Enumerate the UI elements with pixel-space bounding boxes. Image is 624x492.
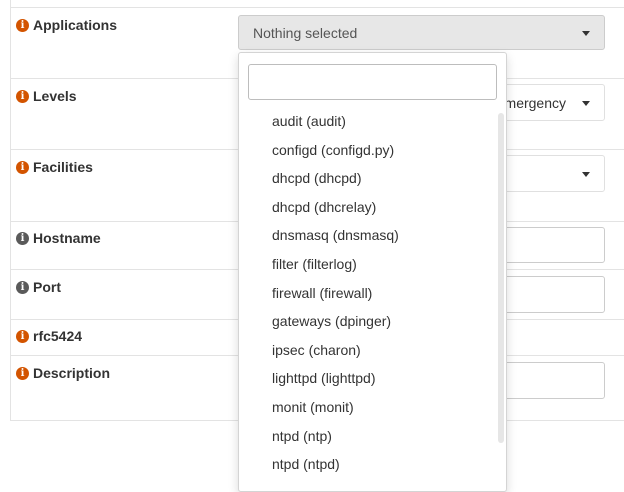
dropdown-option[interactable]: lighttpd (lighttpd) (239, 364, 499, 393)
applications-label: i Applications (16, 17, 117, 33)
info-icon[interactable]: i (16, 18, 29, 32)
chevron-down-icon (582, 171, 590, 177)
applications-label-text: Applications (33, 17, 118, 33)
levels-label: i Levels (16, 88, 77, 104)
applications-select-value: Nothing selected (253, 24, 358, 41)
dropdown-option[interactable]: ntpd (ntp) (239, 422, 499, 451)
table-left-border (10, 0, 11, 420)
applications-select[interactable]: Nothing selected (238, 15, 605, 50)
hostname-label-text: Hostname (33, 230, 101, 246)
port-label: i Port (16, 279, 61, 295)
dropdown-option[interactable]: dhcpd (dhcpd) (239, 164, 499, 193)
dropdown-search-input[interactable] (248, 64, 497, 100)
chevron-down-icon (582, 100, 590, 106)
hostname-label: i Hostname (16, 230, 101, 246)
levels-label-text: Levels (33, 88, 77, 104)
rfc5424-label: i rfc5424 (16, 328, 82, 344)
dropdown-option[interactable]: configd (configd.py) (239, 136, 499, 165)
dropdown-option[interactable]: ntpd (ntpd) (239, 450, 499, 479)
row-divider (10, 7, 624, 8)
dropdown-option[interactable]: audit (audit) (239, 107, 499, 136)
info-icon[interactable]: i (16, 231, 29, 245)
description-label-text: Description (33, 365, 111, 381)
dropdown-option[interactable]: filter (filterlog) (239, 250, 499, 279)
dropdown-option[interactable]: firewall (firewall) (239, 279, 499, 308)
chevron-down-icon (582, 30, 590, 36)
info-icon[interactable]: i (16, 280, 29, 294)
dropdown-scrollbar[interactable] (498, 113, 504, 443)
info-icon[interactable]: i (16, 329, 29, 343)
info-icon[interactable]: i (16, 89, 29, 103)
dropdown-option[interactable]: ipsec (charon) (239, 336, 499, 365)
info-icon[interactable]: i (16, 160, 29, 174)
levels-select-value: mergency (504, 94, 566, 111)
dropdown-options-list: audit (audit) configd (configd.py) dhcpd (… (239, 107, 499, 479)
rfc5424-label-text: rfc5424 (33, 328, 83, 344)
description-label: i Description (16, 365, 110, 381)
dropdown-option[interactable]: dhcpd (dhcrelay) (239, 193, 499, 222)
applications-dropdown: audit (audit) configd (configd.py) dhcpd (… (238, 52, 507, 492)
port-label-text: Port (33, 279, 61, 295)
facilities-label: i Facilities (16, 159, 93, 175)
facilities-label-text: Facilities (33, 159, 93, 175)
dropdown-option[interactable]: dnsmasq (dnsmasq) (239, 221, 499, 250)
dropdown-option[interactable]: gateways (dpinger) (239, 307, 499, 336)
dropdown-option[interactable]: monit (monit) (239, 393, 499, 422)
info-icon[interactable]: i (16, 366, 29, 380)
